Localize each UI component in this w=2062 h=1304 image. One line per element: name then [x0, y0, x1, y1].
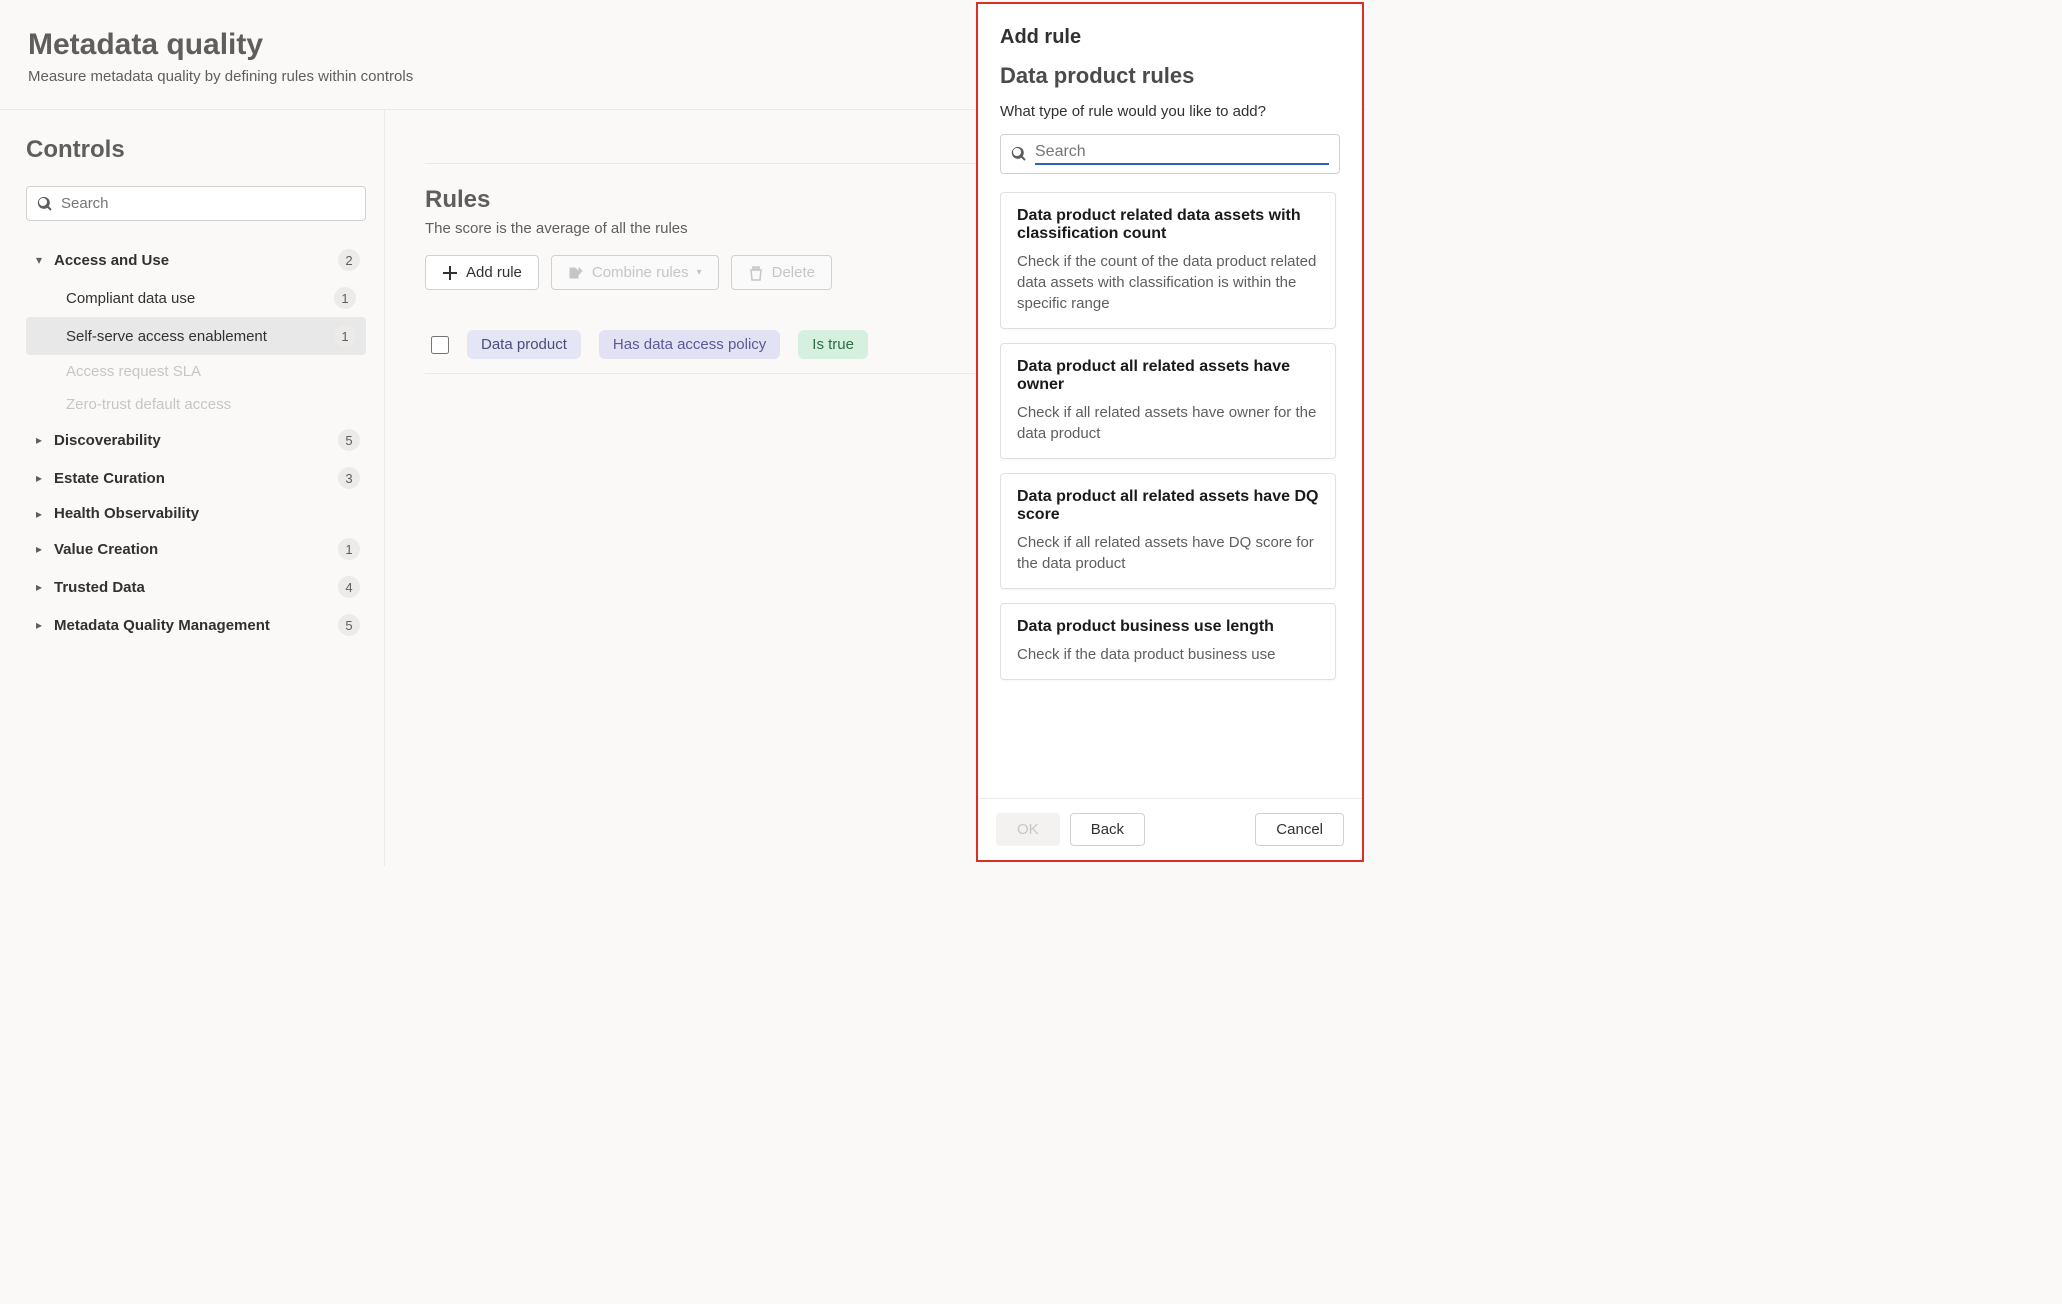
sidebar: Controls ▾ Access and Use 2 Compliant da…	[0, 110, 385, 866]
tree-child-count: 1	[334, 325, 356, 347]
trash-icon	[748, 265, 764, 281]
chevron-down-icon: ▾	[32, 253, 46, 267]
rule-template-list[interactable]: Data product related data assets with cl…	[1000, 180, 1340, 798]
combine-rules-button[interactable]: Combine rules ▾	[551, 255, 719, 290]
panel-back-button[interactable]: Back	[1070, 813, 1145, 846]
template-title: Data product related data assets with cl…	[1017, 207, 1319, 243]
controls-tree: ▾ Access and Use 2 Compliant data use 1 …	[26, 241, 366, 644]
chevron-down-icon: ▾	[697, 267, 702, 278]
template-desc: Check if the data product business use	[1017, 644, 1319, 665]
panel-question: What type of rule would you like to add?	[1000, 103, 1340, 120]
tree-item-label: Discoverability	[54, 432, 338, 449]
button-label: Combine rules	[592, 264, 689, 281]
search-icon	[1011, 146, 1027, 162]
template-desc: Check if all related assets have DQ scor…	[1017, 532, 1319, 574]
panel-search-input[interactable]	[1035, 143, 1329, 165]
tree-child-label: Compliant data use	[66, 290, 334, 307]
tree-item-access-and-use[interactable]: ▾ Access and Use 2	[26, 241, 366, 279]
panel-footer: OK Back Cancel	[978, 798, 1362, 860]
tree-item-count: 3	[338, 467, 360, 489]
tree-item-metadata-quality-mgmt[interactable]: ▸ Metadata Quality Management 5	[26, 606, 366, 644]
tree-item-value-creation[interactable]: ▸ Value Creation 1	[26, 530, 366, 568]
tree-item-count: 5	[338, 429, 360, 451]
tree-item-label: Health Observability	[54, 505, 360, 522]
button-label: Add rule	[466, 264, 522, 281]
tree-item-trusted-data[interactable]: ▸ Trusted Data 4	[26, 568, 366, 606]
template-title: Data product all related assets have own…	[1017, 358, 1319, 394]
rule-pill-value: Is true	[798, 330, 868, 359]
tree-child-compliant-data-use[interactable]: Compliant data use 1	[26, 279, 366, 317]
tree-child-zero-trust: Zero-trust default access	[26, 388, 366, 421]
search-icon	[37, 196, 53, 212]
plus-icon	[442, 265, 458, 281]
tree-child-count: 1	[334, 287, 356, 309]
chevron-right-icon: ▸	[32, 580, 46, 594]
tree-child-access-request-sla: Access request SLA	[26, 355, 366, 388]
tree-child-label: Access request SLA	[66, 363, 356, 380]
delete-button[interactable]: Delete	[731, 255, 832, 290]
tree-item-label: Metadata Quality Management	[54, 617, 338, 634]
tree-item-count: 5	[338, 614, 360, 636]
add-rule-panel: Add rule Data product rules What type of…	[976, 2, 1364, 862]
rule-template-card[interactable]: Data product business use length Check i…	[1000, 603, 1336, 680]
tree-child-label: Zero-trust default access	[66, 396, 356, 413]
rule-pill-entity: Data product	[467, 330, 581, 359]
tree-item-label: Value Creation	[54, 541, 338, 558]
tree-children-access-and-use: Compliant data use 1 Self-serve access e…	[26, 279, 366, 421]
controls-search-box[interactable]	[26, 186, 366, 221]
controls-search-input[interactable]	[61, 195, 355, 212]
tree-item-estate-curation[interactable]: ▸ Estate Curation 3	[26, 459, 366, 497]
chevron-right-icon: ▸	[32, 618, 46, 632]
tree-item-health-observability[interactable]: ▸ Health Observability	[26, 497, 366, 530]
chevron-right-icon: ▸	[32, 542, 46, 556]
rule-template-card[interactable]: Data product related data assets with cl…	[1000, 192, 1336, 329]
tree-item-count: 4	[338, 576, 360, 598]
rule-pill-condition: Has data access policy	[599, 330, 780, 359]
tree-item-discoverability[interactable]: ▸ Discoverability 5	[26, 421, 366, 459]
tree-item-count: 2	[338, 249, 360, 271]
button-label: Delete	[772, 264, 815, 281]
merge-icon	[568, 265, 584, 281]
chevron-right-icon: ▸	[32, 433, 46, 447]
tree-item-label: Trusted Data	[54, 579, 338, 596]
sidebar-title: Controls	[26, 136, 366, 164]
tree-item-label: Access and Use	[54, 252, 338, 269]
add-rule-button[interactable]: Add rule	[425, 255, 539, 290]
chevron-right-icon: ▸	[32, 507, 46, 521]
panel-title: Add rule	[1000, 26, 1340, 49]
rule-row-checkbox[interactable]	[431, 336, 449, 354]
template-desc: Check if the count of the data product r…	[1017, 251, 1319, 314]
template-desc: Check if all related assets have owner f…	[1017, 402, 1319, 444]
tree-child-label: Self-serve access enablement	[66, 328, 334, 345]
tree-item-count: 1	[338, 538, 360, 560]
rule-template-card[interactable]: Data product all related assets have DQ …	[1000, 473, 1336, 589]
template-title: Data product business use length	[1017, 618, 1319, 636]
template-title: Data product all related assets have DQ …	[1017, 488, 1319, 524]
panel-subtitle: Data product rules	[1000, 63, 1340, 89]
tree-item-label: Estate Curation	[54, 470, 338, 487]
tree-child-self-serve-access[interactable]: Self-serve access enablement 1	[26, 317, 366, 355]
chevron-right-icon: ▸	[32, 471, 46, 485]
panel-ok-button[interactable]: OK	[996, 813, 1060, 846]
panel-cancel-button[interactable]: Cancel	[1255, 813, 1344, 846]
panel-search-box[interactable]	[1000, 134, 1340, 174]
rule-template-card[interactable]: Data product all related assets have own…	[1000, 343, 1336, 459]
